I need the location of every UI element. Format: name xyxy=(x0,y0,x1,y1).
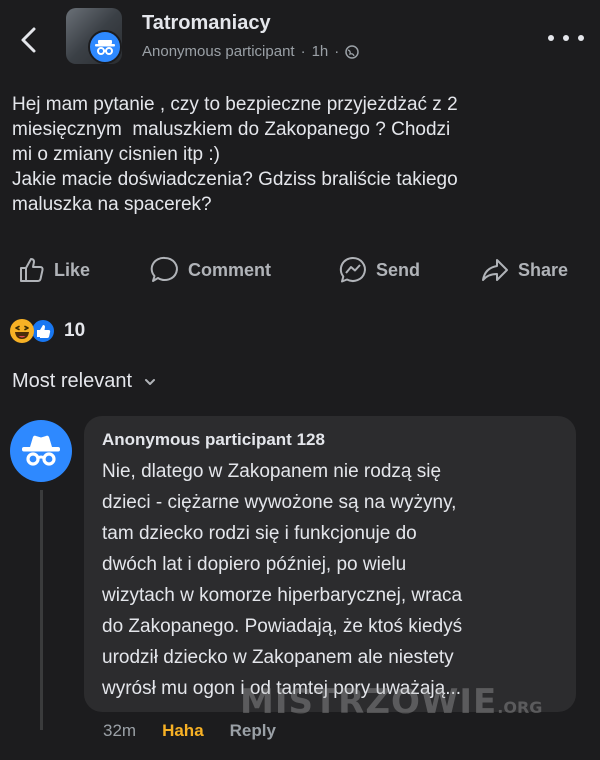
reply-button[interactable]: Reply xyxy=(230,721,276,745)
post-text: Hej mam pytanie , czy to bezpieczne przy… xyxy=(12,92,587,217)
comment-line: Nie, dlatego w Zakopanem nie rodzą się xyxy=(102,461,442,482)
back-button[interactable] xyxy=(14,20,46,60)
comment-line: dzieci - ciężarne wywożone są na wyżyny, xyxy=(102,492,457,513)
post-header: Tatromaniacy Anonymous participant · 1h … xyxy=(0,0,600,80)
reaction-count: 10 xyxy=(64,320,86,341)
post-meta: Anonymous participant · 1h · xyxy=(142,43,360,60)
comment-label: Comment xyxy=(188,259,272,280)
thumbs-up-icon xyxy=(20,258,44,282)
post-line: mi o zmiany cisnien itp :) xyxy=(12,144,221,165)
dot-icon xyxy=(548,35,554,41)
haha-reaction-icon xyxy=(10,319,34,343)
comment-footer: 32m Haha Reply xyxy=(103,721,276,745)
comment-line: wizytach w komorze hiperbarycznej, wraca xyxy=(102,585,463,606)
post-time[interactable]: 1h xyxy=(312,43,329,60)
comment-line: urodził dziecko w Zakopanem ale niestety xyxy=(102,647,454,668)
comment-bubble[interactable]: Anonymous participant 128 Nie, dlatego w… xyxy=(84,416,576,712)
comment-sort-dropdown[interactable]: Most relevant xyxy=(12,370,156,393)
post-line: miesięcznym maluszkiem do Zakopanego ? C… xyxy=(12,119,451,140)
comment-line: tam dziecko rodzi się i funkcjonuje do xyxy=(102,523,417,544)
comment-text: Nie, dlatego w Zakopanem nie rodzą się d… xyxy=(102,456,462,704)
dot-icon xyxy=(578,35,584,41)
share-arrow-icon xyxy=(482,259,508,281)
comment-button[interactable]: Comment xyxy=(150,250,271,290)
comment-line: dwóch lat i dopiero później, po wielu xyxy=(102,554,407,575)
like-button[interactable]: Like xyxy=(18,250,90,290)
anonymous-avatar-icon[interactable] xyxy=(10,420,72,482)
globe-icon xyxy=(345,44,360,59)
anonymous-avatar-icon xyxy=(88,30,122,64)
send-button[interactable]: Send xyxy=(338,250,420,290)
comment-author[interactable]: Anonymous participant 128 xyxy=(102,430,325,450)
post-line: Hej mam pytanie , czy to bezpieczne przy… xyxy=(12,94,458,115)
dot-icon xyxy=(563,35,569,41)
share-button[interactable]: Share xyxy=(480,250,568,290)
like-label: Like xyxy=(54,259,91,280)
haha-reaction-button[interactable]: Haha xyxy=(162,721,204,745)
sort-label: Most relevant xyxy=(12,370,133,392)
chevron-down-icon xyxy=(145,378,156,385)
post-author[interactable]: Anonymous participant xyxy=(142,43,295,60)
meta-separator: · xyxy=(300,43,306,60)
comment-bubble-icon xyxy=(150,256,178,282)
comment-line: do Zakopanego. Powiadają, że ktoś kiedyś xyxy=(102,616,463,637)
post-line: maluszka na spacerek? xyxy=(12,194,212,215)
meta-separator: · xyxy=(334,43,340,60)
group-avatar[interactable] xyxy=(66,8,122,64)
action-bar: Like Comment Send Share xyxy=(0,250,600,290)
comment-time[interactable]: 32m xyxy=(103,721,136,745)
send-label: Send xyxy=(376,259,421,280)
watermark: MISTRZOWIE.ORG xyxy=(240,682,542,722)
watermark-text: MISTRZOWIE xyxy=(240,682,498,722)
reaction-summary[interactable]: 10 xyxy=(10,316,85,346)
thread-line xyxy=(40,490,43,730)
post-line: Jakie macie doświadczenia? Gdziss braliś… xyxy=(12,169,458,190)
messenger-icon xyxy=(339,256,366,283)
chevron-left-icon xyxy=(21,27,36,53)
group-name[interactable]: Tatromaniacy xyxy=(142,12,271,35)
share-label: Share xyxy=(518,259,569,280)
watermark-suffix: .ORG xyxy=(497,698,543,717)
more-options-button[interactable] xyxy=(548,28,584,48)
